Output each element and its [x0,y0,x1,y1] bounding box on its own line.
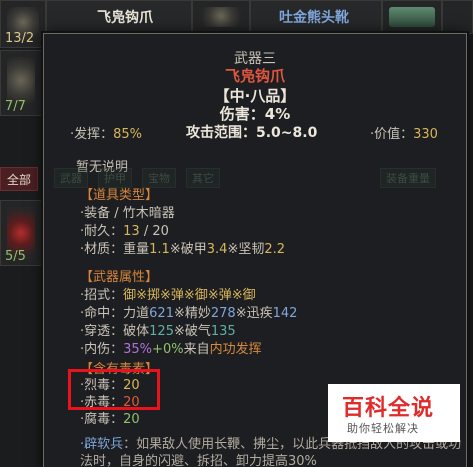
poison-fu-row: ·腐毒：20 [80,412,140,427]
inventory-slot-3[interactable] [192,0,250,34]
slot-stack-count: 13/2 [5,31,35,46]
watermark-logo: 百科全说 助你轻松解决 [328,384,460,442]
slot-item-name: 吐金熊头靴 [279,10,349,26]
inner-damage-row: ·内伤：35%+0%来自内功发挥 [80,342,262,357]
inventory-slot-4[interactable]: 吐金熊头靴 [250,0,382,34]
slot-item-name: 飞凫钩爪 [97,10,153,26]
game-screen: 13/2 飞凫钩爪 吐金熊头靴 7/7 全部 5/5 武器三 飞凫钩爪 【中·八… [0,0,473,467]
filter-tab-all[interactable]: 全部 [0,167,39,191]
attack-range: 攻击范围：5.0~8.0 [186,125,318,141]
inventory-slot-1[interactable]: 13/2 [0,0,46,48]
durability-row: ·耐久：13 / 20 [80,224,169,239]
inventory-slot-5[interactable] [382,0,442,34]
slot-stack-count: 7/7 [5,99,26,114]
inventory-slot-2[interactable]: 飞凫钩爪 [46,0,192,34]
moves-row: ·招式：御※掷※弹※御※弹※御 [80,288,256,303]
pierce-row: ·穿透：破体125※破气135 [80,324,236,339]
ghost-tab: 装备重量 [380,168,436,188]
item-name: 飞凫钩爪 [224,67,285,85]
damage-text: 伤害：4% [219,105,291,123]
watermark-subtitle: 助你轻松解决 [347,422,419,435]
equip-row: ·装备 / 竹木暗器 [80,206,175,221]
boots-icon [199,7,243,27]
section-title-weapon: 【武器属性】 [80,270,159,285]
highlight-box [68,369,160,410]
value-stat: ·价值：330 [370,127,438,142]
inventory-slot-8[interactable]: 5/5 [0,200,42,266]
slot-stack-count: 5/5 [5,249,26,264]
inventory-slot-7[interactable]: 7/7 [0,50,42,116]
ghost-tab: 其它 [186,168,220,188]
hit-row: ·命中：力道621※精妙278※迅疾142 [80,306,298,321]
material-row: ·材质：重量1.1※破甲3.4※坚韧2.2 [80,242,286,257]
section-title-type: 【道具类型】 [80,188,159,203]
watermark-title: 百科全说 [342,396,435,421]
inventory-slot-6[interactable] [442,0,473,34]
fa-hui-stat: ·发挥：85% [70,127,143,142]
chest-icon [389,7,435,27]
